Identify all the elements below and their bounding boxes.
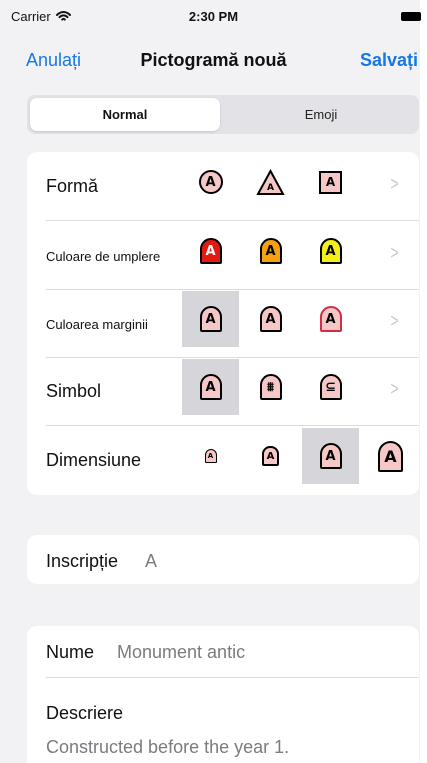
shape-label: Formă [46, 176, 99, 196]
symbol-row[interactable]: Simbol A ⩩ ⊆ > [27, 357, 419, 426]
size-row[interactable]: Dimensiune A A A A [27, 426, 419, 495]
details-divider [46, 677, 419, 678]
save-button[interactable]: Salvați [360, 50, 418, 71]
border-color-label: Culoarea marginii [46, 317, 148, 332]
icon-type-segmented-control: Normal Emoji [27, 95, 419, 134]
symbol-option-curved-line[interactable]: ⊆ [302, 359, 359, 415]
details-card: Nume Monument antic Descriere Constructe… [27, 626, 419, 763]
screen-edge [420, 0, 427, 763]
triangle-a-icon: A [256, 168, 285, 195]
small-a-icon: A [262, 446, 279, 466]
square-a-icon: A [319, 170, 342, 194]
inscription-field[interactable]: A [145, 551, 157, 572]
battery-icon [401, 12, 421, 21]
black-border-a-icon: A [259, 306, 282, 332]
chevron-right-icon: > [390, 243, 399, 264]
description-label: Descriere [46, 703, 124, 723]
description-field[interactable]: Constructed before the year 1. [46, 737, 289, 758]
triangle-a-text: A [267, 183, 274, 193]
border-color-option-black[interactable]: A [242, 291, 299, 347]
fill-color-option-red[interactable]: A [182, 223, 239, 279]
icon-properties-card: Formă A A A > Culoare de umplere A A A >… [27, 152, 419, 495]
status-bar: Carrier 2:30 PM [0, 0, 427, 30]
chevron-right-icon: > [390, 174, 399, 195]
symbol-label: Simbol [46, 381, 102, 401]
shape-option-triangle[interactable]: A [242, 154, 299, 210]
border-color-option-black-selected[interactable]: A [182, 291, 239, 347]
curved-line-symbol-icon: ⊆ [319, 374, 342, 400]
symbol-option-letter-a-selected[interactable]: A [182, 359, 239, 415]
curved-line-symbol-glyph: ⊆ [325, 380, 336, 395]
tab-normal[interactable]: Normal [30, 98, 220, 131]
navigation-bar: Anulați Pictogramă nouă Salvați [0, 42, 427, 78]
shape-option-square[interactable]: A [302, 154, 359, 210]
shrine-symbol-icon: ⩩ [259, 374, 282, 400]
size-label: Dimensiune [46, 450, 142, 470]
tiny-a-icon: A [204, 449, 217, 463]
name-label: Nume [46, 642, 95, 662]
fill-color-option-yellow[interactable]: A [302, 223, 359, 279]
black-border-a-icon: A [199, 306, 222, 332]
red-border-a-icon: A [319, 306, 342, 332]
name-field[interactable]: Monument antic [117, 642, 245, 663]
fill-color-option-orange[interactable]: A [242, 223, 299, 279]
size-option-medium-selected[interactable]: A [302, 428, 359, 484]
new-icon-screen: Carrier 2:30 PM Anulați Pictogramă nouă … [0, 0, 427, 763]
fill-color-row[interactable]: Culoare de umplere A A A > [27, 221, 419, 290]
shape-row[interactable]: Formă A A A > [27, 152, 419, 221]
inscription-label: Inscripție [46, 551, 119, 571]
orange-fill-a-icon: A [259, 238, 282, 264]
size-option-large[interactable]: A [362, 428, 419, 484]
shrine-symbol-glyph: ⩩ [267, 380, 274, 395]
tab-emoji[interactable]: Emoji [226, 98, 416, 131]
chevron-right-icon: > [390, 379, 399, 400]
yellow-fill-a-icon: A [319, 238, 342, 264]
large-a-icon: A [378, 440, 403, 472]
size-option-small[interactable]: A [242, 428, 299, 484]
medium-a-icon: A [319, 443, 342, 469]
border-color-row[interactable]: Culoarea marginii A A A > [27, 289, 419, 358]
status-time: 2:30 PM [188, 9, 239, 24]
fill-color-label: Culoare de umplere [46, 249, 161, 264]
chevron-right-icon: > [390, 311, 399, 332]
size-option-tiny[interactable]: A [182, 428, 239, 484]
border-color-option-red[interactable]: A [302, 291, 359, 347]
red-fill-a-icon: A [199, 238, 222, 264]
letter-a-symbol-icon: A [199, 374, 222, 400]
circle-a-icon: A [198, 170, 223, 194]
inscription-card[interactable]: Inscripție A [27, 535, 419, 584]
symbol-option-shrine[interactable]: ⩩ [242, 359, 299, 415]
shape-option-circle[interactable]: A [182, 154, 239, 210]
